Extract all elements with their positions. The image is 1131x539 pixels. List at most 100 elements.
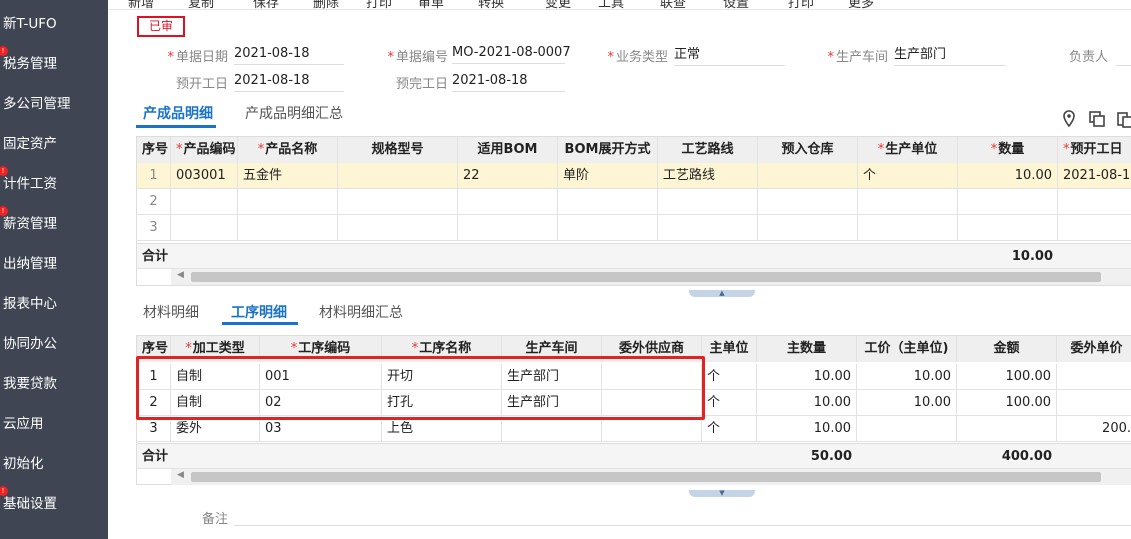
table-row[interactable]: 1 003001 五金件 22 单阶 工艺路线 个 10.00 2021-08-…: [137, 163, 1131, 189]
scroll-left-icon[interactable]: ◀: [177, 470, 184, 480]
cell[interactable]: [171, 189, 238, 215]
route-cell[interactable]: 工艺路线: [658, 163, 758, 189]
outsource-price-cell[interactable]: 200.: [1057, 416, 1131, 442]
scroll-left-icon[interactable]: ◀: [177, 270, 184, 280]
owner-field[interactable]: [1116, 44, 1131, 66]
owner-label: 负责人: [1068, 50, 1108, 65]
unit-cell[interactable]: 个: [858, 163, 958, 189]
unit-price-cell[interactable]: [857, 416, 957, 442]
sidebar-item-tax[interactable]: ! 税务管理: [0, 44, 108, 84]
cell[interactable]: [958, 189, 1058, 215]
cell[interactable]: [1058, 189, 1131, 215]
tab-product-detail[interactable]: 产成品明细: [143, 103, 213, 123]
scrollbar-thumb[interactable]: [191, 472, 1101, 482]
spec-cell[interactable]: [338, 163, 458, 189]
toolbar-button-settings[interactable]: 设置: [723, 0, 749, 9]
horizontal-scrollbar[interactable]: ◀: [171, 269, 1131, 285]
sidebar-item-t-ufo[interactable]: 新T-UFO: [0, 4, 108, 44]
toolbar-button-copy[interactable]: 复制: [188, 0, 214, 9]
unit-price-cell[interactable]: 10.00: [857, 390, 957, 416]
start-date-cell[interactable]: 2021-08-18: [1058, 163, 1131, 189]
sidebar-item-cloud-apps[interactable]: 云应用: [0, 404, 108, 444]
bom-cell[interactable]: 22: [458, 163, 558, 189]
cell[interactable]: [338, 215, 458, 241]
amount-cell[interactable]: 100.00: [957, 390, 1057, 416]
product-name-cell[interactable]: 五金件: [238, 163, 338, 189]
plan-end-field[interactable]: 2021-08-18: [452, 70, 565, 92]
product-code-cell[interactable]: 003001: [171, 163, 238, 189]
doc-date-field[interactable]: 2021-08-18: [234, 43, 344, 65]
warehouse-cell[interactable]: [758, 163, 858, 189]
cell[interactable]: [238, 189, 338, 215]
collapse-handle[interactable]: ▼: [689, 490, 755, 497]
scrollbar-thumb[interactable]: [191, 272, 1101, 282]
cell[interactable]: [958, 215, 1058, 241]
unit-price-cell[interactable]: 10.00: [857, 364, 957, 390]
paste-icon[interactable]: [1116, 110, 1131, 132]
quantity-cell[interactable]: 10.00: [757, 364, 857, 390]
table-row[interactable]: 2: [137, 189, 1131, 215]
cell[interactable]: [458, 189, 558, 215]
active-tab-underline: [136, 125, 216, 128]
outsource-price-cell[interactable]: [1057, 364, 1131, 390]
unit-cell[interactable]: 个: [702, 416, 757, 442]
sidebar-item-loans[interactable]: 我要贷款: [0, 364, 108, 404]
cell[interactable]: [238, 215, 338, 241]
sidebar-item-piece-wage[interactable]: ! 计件工资: [0, 164, 108, 204]
toolbar-button-query[interactable]: 联查: [660, 0, 686, 9]
tab-process-detail[interactable]: 工序明细: [231, 302, 287, 322]
cell[interactable]: [558, 189, 658, 215]
tab-product-summary[interactable]: 产成品明细汇总: [245, 103, 343, 123]
cell[interactable]: [338, 189, 458, 215]
toolbar-button-tools[interactable]: 工具: [598, 0, 624, 9]
tab-material-detail[interactable]: 材料明细: [143, 302, 199, 322]
cell[interactable]: [558, 215, 658, 241]
quantity-cell[interactable]: 10.00: [757, 416, 857, 442]
toolbar-button-print[interactable]: 打印: [366, 0, 392, 9]
copy-icon[interactable]: [1088, 110, 1106, 132]
workshop-field[interactable]: 生产部门: [894, 44, 1005, 66]
toolbar-button-more[interactable]: 更多: [848, 0, 874, 9]
amount-cell[interactable]: 100.00: [957, 364, 1057, 390]
quantity-cell[interactable]: 10.00: [757, 390, 857, 416]
biz-type-field[interactable]: 正常: [674, 44, 785, 66]
sidebar-item-multi-company[interactable]: 多公司管理: [0, 84, 108, 124]
cell[interactable]: [1058, 215, 1131, 241]
toolbar-button-change[interactable]: 变更: [545, 0, 571, 9]
sidebar-item-basic-settings[interactable]: ! 基础设置: [0, 484, 108, 524]
sidebar-item-init[interactable]: 初始化: [0, 444, 108, 484]
cell[interactable]: [171, 215, 238, 241]
sidebar-item-fixed-assets[interactable]: 固定资产: [0, 124, 108, 164]
unit-cell[interactable]: 个: [702, 390, 757, 416]
quantity-cell[interactable]: 10.00: [958, 163, 1058, 189]
cell[interactable]: [458, 215, 558, 241]
amount-cell[interactable]: [957, 416, 1057, 442]
cell[interactable]: [658, 215, 758, 241]
bom-expand-cell[interactable]: 单阶: [558, 163, 658, 189]
toolbar-button-save[interactable]: 保存: [253, 0, 279, 9]
cell[interactable]: [658, 189, 758, 215]
outsource-price-cell[interactable]: [1057, 390, 1131, 416]
sidebar-item-reports[interactable]: 报表中心: [0, 284, 108, 324]
horizontal-scrollbar[interactable]: ◀: [171, 469, 1131, 485]
plan-start-field[interactable]: 2021-08-18: [234, 70, 344, 92]
toolbar-button-review[interactable]: 审单: [418, 0, 444, 9]
sidebar-item-salary[interactable]: ! 薪资管理: [0, 204, 108, 244]
cell[interactable]: [758, 189, 858, 215]
sidebar-item-cashier[interactable]: 出纳管理: [0, 244, 108, 284]
table-row[interactable]: 3: [137, 215, 1131, 241]
collapse-handle[interactable]: ▲: [689, 290, 755, 297]
cell[interactable]: [758, 215, 858, 241]
doc-no-field[interactable]: MO-2021-08-0007: [452, 42, 571, 64]
remark-field[interactable]: [234, 504, 1131, 526]
tab-material-summary[interactable]: 材料明细汇总: [319, 302, 403, 322]
toolbar-button-print2[interactable]: 打印: [788, 0, 814, 9]
toolbar-button-new[interactable]: 新增: [128, 0, 154, 9]
cell[interactable]: [858, 189, 958, 215]
unit-cell[interactable]: 个: [702, 364, 757, 390]
toolbar-button-convert[interactable]: 转换: [478, 0, 504, 9]
sidebar-item-office[interactable]: 协同办公: [0, 324, 108, 364]
cell[interactable]: [858, 215, 958, 241]
location-icon[interactable]: [1061, 110, 1077, 132]
toolbar-button-delete[interactable]: 删除: [313, 0, 339, 9]
